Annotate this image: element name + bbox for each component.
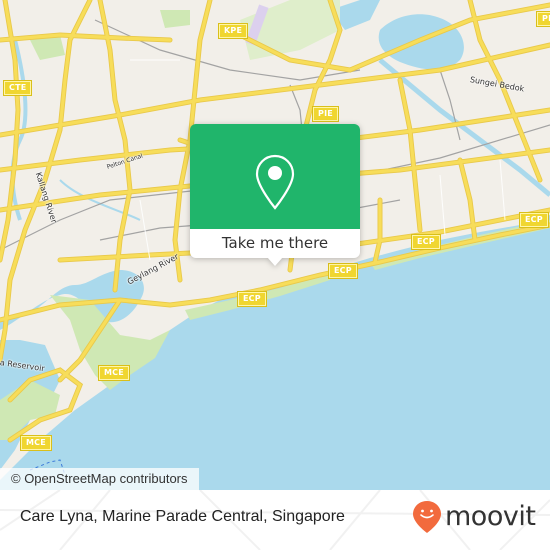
moovit-logo[interactable]: moovit <box>412 500 536 534</box>
route-shield-pie: PIE <box>312 106 339 122</box>
route-shield-pie: PIE <box>536 11 550 27</box>
map-pin-icon <box>255 154 295 210</box>
route-shield-cte: CTE <box>2 80 33 96</box>
route-shield-ecp: ECP <box>411 234 441 250</box>
location-popup: Take me there <box>190 124 360 266</box>
park-small-2 <box>160 10 190 28</box>
popup-header[interactable] <box>190 124 360 229</box>
route-shield-mce: MCE <box>98 365 130 381</box>
route-shield-ecp: ECP <box>519 212 549 228</box>
route-shield-ecp: ECP <box>237 291 267 307</box>
footer-bar: Care Lyna, Marine Parade Central, Singap… <box>0 490 550 550</box>
popup-tail <box>267 257 283 266</box>
place-name: Care Lyna, Marine Parade Central, Singap… <box>20 508 345 525</box>
route-shield-kpe: KPE <box>217 23 249 39</box>
moovit-wordmark: moovit <box>445 501 536 532</box>
route-shield-mce: MCE <box>20 435 52 451</box>
map-attribution[interactable]: © OpenStreetMap contributors <box>0 468 199 490</box>
map-canvas[interactable]: KPE CTE PIE PIE ECP ECP ECP ECP MCE MCE … <box>0 0 550 490</box>
route-shield-ecp: ECP <box>328 263 358 279</box>
moovit-smiley-pin-icon <box>413 501 441 533</box>
take-me-there-button[interactable]: Take me there <box>190 229 360 258</box>
